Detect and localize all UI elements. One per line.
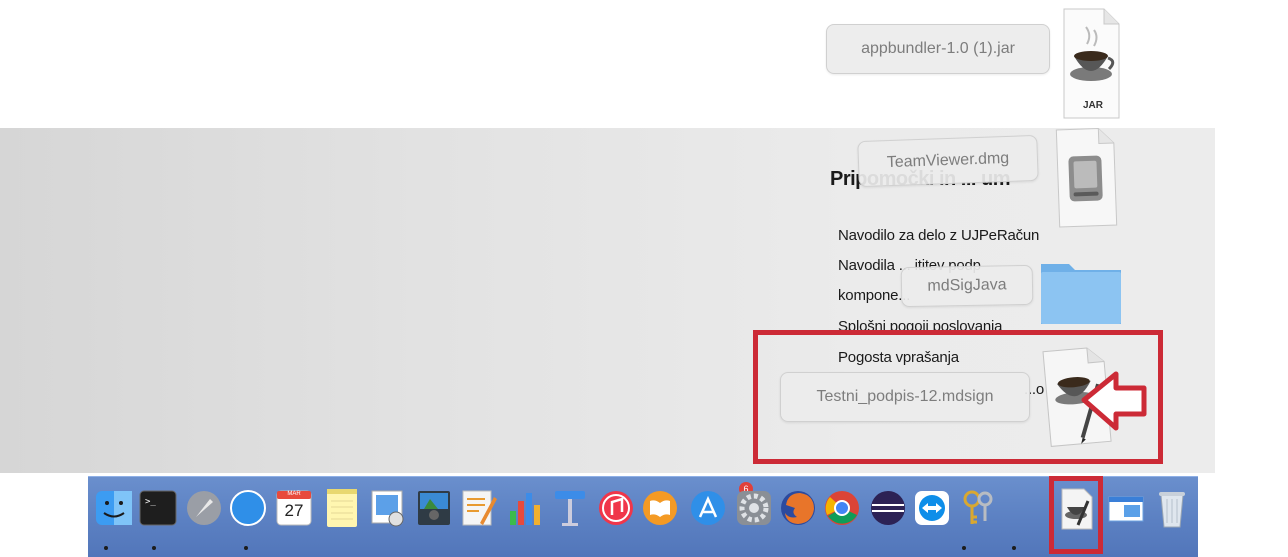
eclipse-icon[interactable] [868,485,908,531]
jar-label: JAR [1083,100,1104,111]
launchpad-icon[interactable] [184,485,224,531]
chrome-icon[interactable] [822,485,862,531]
downloads-stack-icon[interactable] [1106,485,1146,531]
ibooks-icon[interactable] [640,485,680,531]
photo-booth-icon[interactable] [414,485,454,531]
red-arrow-annotation [1078,370,1150,437]
calendar-icon[interactable]: MAR 27 [274,485,314,531]
link-komponente[interactable]: kompone... [838,287,910,304]
itunes-icon[interactable] [596,485,636,531]
firefox-icon[interactable] [778,485,818,531]
finder-icon[interactable] [94,485,134,531]
safari-running-indicator [244,546,248,550]
dmg-file-icon[interactable] [1053,125,1119,229]
jar-file-icon[interactable]: JAR [1061,6,1121,120]
keychain-access-icon[interactable] [958,485,998,531]
pages-icon[interactable] [458,485,498,531]
notes-icon[interactable] [322,485,362,531]
keychain-running-indicator [1012,546,1016,550]
teamviewer-running-indicator [962,546,966,550]
trash-icon[interactable] [1152,485,1192,531]
download-label-teamviewer[interactable]: TeamViewer.dmg [857,134,1039,188]
calendar-day: 27 [284,501,304,520]
finder-running-indicator [104,546,108,550]
terminal-running-indicator [152,546,156,550]
folder-icon[interactable] [1039,254,1123,326]
numbers-icon[interactable] [504,485,544,531]
system-preferences-icon[interactable] [734,485,774,531]
preview-icon[interactable] [368,485,408,531]
download-label-appbundler[interactable]: appbundler-1.0 (1).jar [826,24,1050,74]
highlight-box-dock-java [1049,476,1103,554]
teamviewer-icon[interactable] [912,485,952,531]
safari-icon[interactable] [228,485,268,531]
svg-text:>_: >_ [145,497,156,507]
terminal-icon[interactable]: >_ [138,485,178,531]
keynote-icon[interactable] [550,485,590,531]
download-label-mdsigjava[interactable]: mdSigJava [900,264,1034,308]
calendar-month: MAR [287,491,301,497]
app-store-icon[interactable] [688,485,728,531]
link-navodilo-ujperacun[interactable]: Navodilo za delo z UJPeRačun [838,227,1039,244]
